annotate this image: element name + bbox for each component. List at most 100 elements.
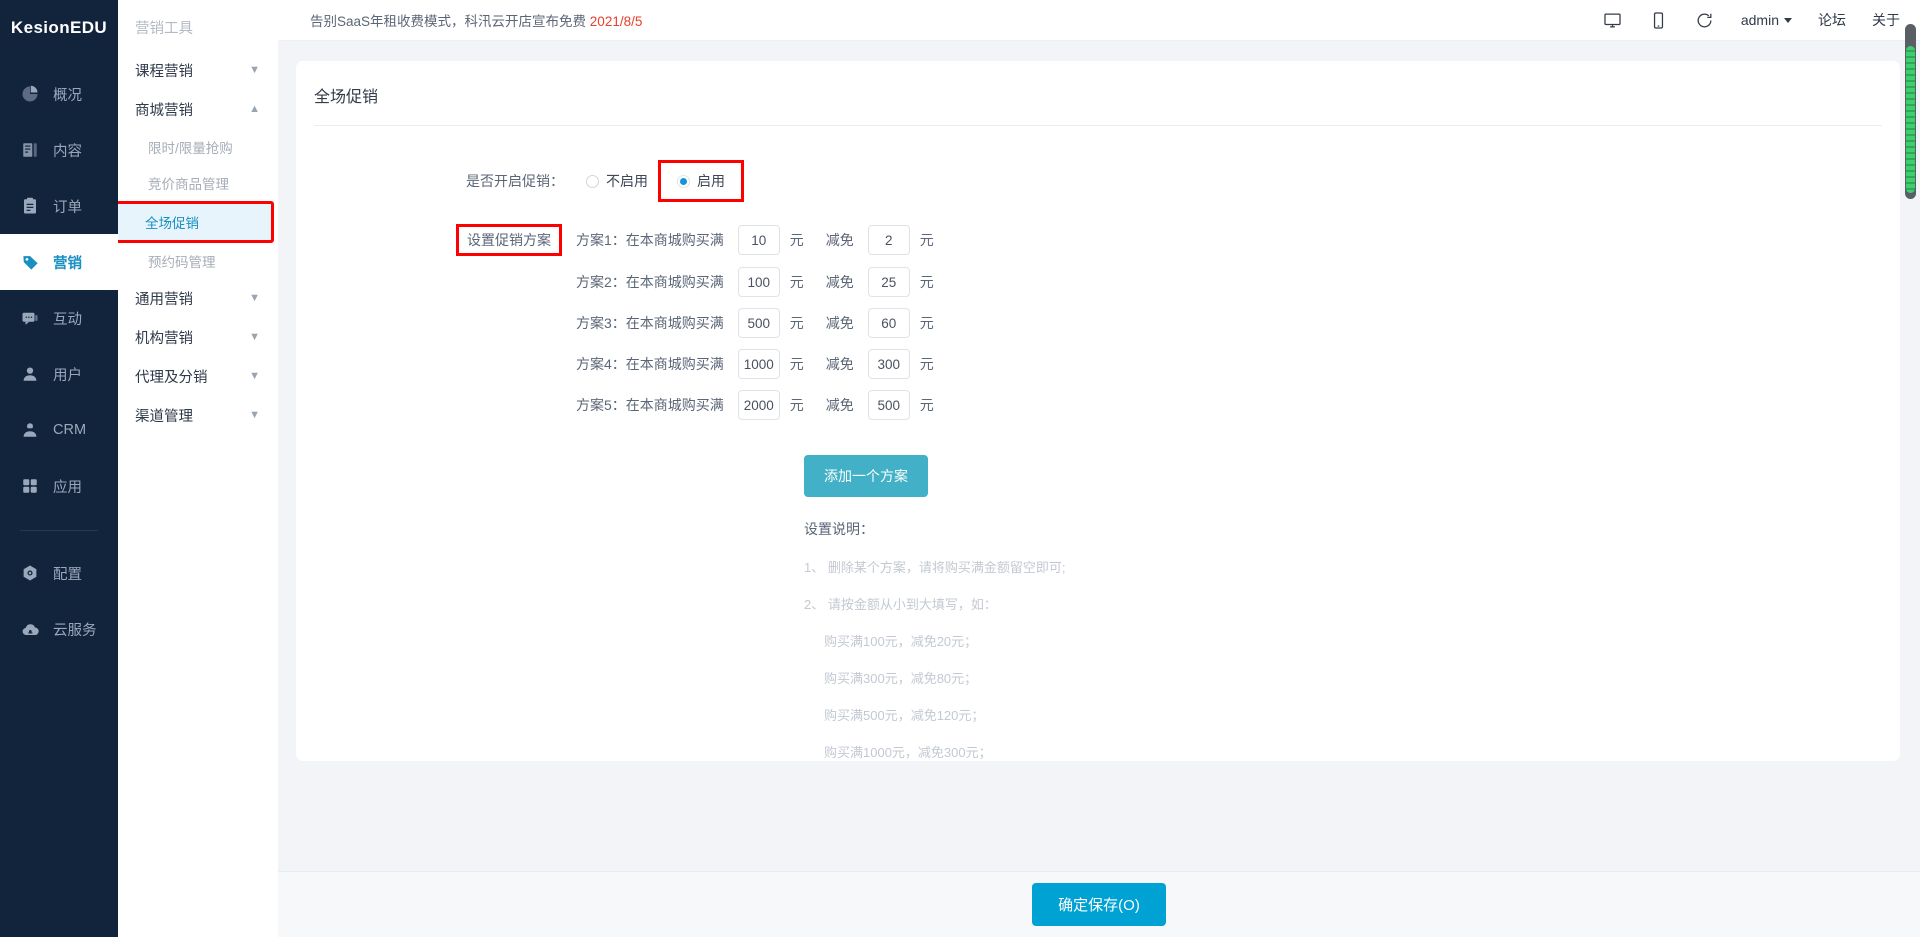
plan-amount-input[interactable]	[737, 267, 780, 297]
submenu-group-label: 通用营销	[135, 292, 193, 308]
promotion-card: 全场促销 是否开启促销： 不启用 启用 设置促销方案 方案1：在本商城购买满 1…	[296, 61, 1900, 761]
refresh-icon[interactable]	[1695, 10, 1715, 30]
sidebar-item-应用[interactable]: 应用	[0, 458, 118, 514]
plan-description: 方案2：在本商城购买满	[576, 274, 724, 290]
announcement-text: 告别SaaS年租收费模式，科汛云开店宣布免费	[310, 14, 587, 29]
plan-discount-input[interactable]	[867, 308, 910, 338]
about-link[interactable]: 关于	[1872, 10, 1900, 30]
plan-amount-unit: 元	[789, 232, 804, 248]
set-plan-badge: 设置促销方案	[456, 224, 562, 256]
submenu-item-label: 限时/限量抢购	[148, 141, 233, 156]
vertical-scrollbar[interactable]	[1905, 24, 1916, 199]
sidebar-item-用户[interactable]: 用户	[0, 346, 118, 402]
sidebar-item-概况[interactable]: 概况	[0, 66, 118, 122]
sidebar-item-订单[interactable]: 订单	[0, 178, 118, 234]
plan-description: 方案3：在本商城购买满	[576, 315, 724, 331]
submenu-item-限时/限量抢购[interactable]: 限时/限量抢购	[118, 129, 278, 165]
discount-label: 减免	[825, 397, 854, 413]
mobile-icon[interactable]	[1649, 10, 1669, 30]
plan-discount-input[interactable]	[867, 267, 910, 297]
sidebar-item-label: 用户	[53, 367, 82, 384]
sidebar-item-内容[interactable]: 内容	[0, 122, 118, 178]
primary-nav-list: 概况 内容订单营销互动用户 CRM 应用配置云服务	[0, 66, 118, 657]
page-title: 全场促销	[314, 89, 379, 106]
submenu-item-竞价商品管理[interactable]: 竞价商品管理	[118, 165, 278, 201]
submenu-group-代理及分销[interactable]: 代理及分销 ▼	[118, 357, 278, 396]
promotion-form: 是否开启促销： 不启用 启用 设置促销方案 方案1：在本商城购买满 10 元 减…	[296, 126, 1900, 761]
user-name: admin	[1740, 12, 1779, 28]
submenu-group-通用营销[interactable]: 通用营销 ▼	[118, 279, 278, 318]
gear-icon	[20, 563, 40, 583]
sidebar-item-CRM[interactable]: CRM	[0, 402, 118, 458]
submenu-item-全场促销[interactable]: 全场促销	[114, 201, 278, 243]
submenu-group-渠道管理[interactable]: 渠道管理 ▼	[118, 396, 278, 435]
announcement-banner: 告别SaaS年租收费模式，科汛云开店宣布免费 2021/8/5	[278, 10, 642, 30]
desktop-icon[interactable]	[1603, 10, 1623, 30]
discount-label: 减免	[825, 315, 854, 331]
user-menu[interactable]: admin	[1741, 12, 1792, 28]
plan-description: 方案4：在本商城购买满	[576, 356, 724, 372]
sidebar-item-label: 订单	[53, 199, 82, 216]
radio-disable-dot	[586, 174, 599, 188]
chevron-down-icon: ▼	[249, 409, 260, 421]
sidebar-item-营销[interactable]: 营销	[0, 220, 118, 304]
chevron-up-icon: ▲	[249, 103, 260, 115]
plan-discount-input[interactable]	[867, 349, 910, 379]
plan-amount-input[interactable]	[737, 308, 780, 338]
plan-amount-input[interactable]	[737, 390, 780, 420]
help-example-line: 购买满300元，减免80元；	[824, 671, 978, 686]
brand-logo: KesionEDU	[10, 18, 108, 37]
plan-discount-input[interactable]	[867, 390, 910, 420]
sidebar-item-label: 营销	[53, 255, 82, 272]
plan-amount-input[interactable]	[737, 225, 780, 255]
submenu-group-label: 商城营销	[135, 103, 193, 119]
sidebar-item-label: 配置	[53, 566, 82, 583]
chevron-down-icon	[1784, 17, 1792, 23]
submenu-group-label: 机构营销	[135, 331, 193, 347]
main-region: 告别SaaS年租收费模式，科汛云开店宣布免费 2021/8/5 admin 论坛…	[278, 0, 1920, 937]
save-button[interactable]: 确定保存(O)	[1032, 883, 1166, 926]
chevron-down-icon: ▼	[249, 331, 260, 343]
help-example-line: 购买满500元，减免120元；	[824, 708, 985, 723]
scrollbar-thumb[interactable]	[1906, 46, 1915, 193]
plan-description: 方案1：在本商城购买满	[576, 232, 724, 248]
submenu-group-课程营销[interactable]: 课程营销 ▼	[118, 51, 278, 90]
plan-row: 方案5：在本商城购买满 元 减免 元	[296, 390, 1900, 420]
app-root: KesionEDU 概况 内容 订单 营销 互动 用户 CRM 应用 配置 云服务 营销工具 课程…	[0, 0, 1920, 937]
submenu-item-label: 全场促销	[145, 216, 199, 231]
radio-enable-dot	[677, 174, 690, 188]
help-line: 2、 请按金额从小到大填写，如：	[804, 597, 997, 612]
plan-discount-unit: 元	[919, 232, 934, 248]
plan-amount-unit: 元	[789, 315, 804, 331]
help-example-line: 购买满1000元，减免300元；	[824, 745, 992, 760]
sidebar-item-配置[interactable]: 配置	[0, 545, 118, 601]
sidebar-item-云服务[interactable]: 云服务	[0, 601, 118, 657]
plan-row: 设置促销方案方案1：在本商城购买满 元 减免 元	[296, 224, 1900, 256]
top-bar-actions: admin 论坛 关于	[1603, 10, 1920, 30]
grid-apps-icon	[20, 476, 40, 496]
plan-row: 方案2：在本商城购买满 元 减免 元	[296, 267, 1900, 297]
radio-disable[interactable]: 不启用	[576, 165, 658, 197]
submenu-item-预约码管理[interactable]: 预约码管理	[118, 243, 278, 279]
add-plan-button[interactable]: 添加一个方案	[804, 455, 928, 497]
radio-enable[interactable]: 启用	[667, 165, 735, 197]
sidebar-item-label: 互动	[53, 311, 82, 328]
sidebar-item-互动[interactable]: 互动	[0, 290, 118, 346]
plan-amount-input[interactable]	[737, 349, 780, 379]
submenu-item-label: 预约码管理	[148, 255, 216, 270]
chevron-down-icon: ▼	[249, 370, 260, 382]
plan-row: 方案4：在本商城购买满 元 减免 元	[296, 349, 1900, 379]
clipboard-icon	[20, 196, 40, 216]
forum-link[interactable]: 论坛	[1818, 10, 1846, 30]
footer-action-bar: 确定保存(O)	[278, 871, 1920, 937]
enable-promotion-label: 是否开启促销：	[466, 173, 564, 189]
plan-amount-unit: 元	[789, 274, 804, 290]
plan-discount-unit: 元	[919, 274, 934, 290]
rail-divider	[20, 530, 98, 531]
plan-discount-unit: 元	[919, 315, 934, 331]
plan-discount-input[interactable]	[867, 225, 910, 255]
radio-disable-label: 不启用	[606, 173, 648, 189]
submenu-group-商城营销[interactable]: 商城营销 ▲	[118, 90, 278, 129]
submenu-group-机构营销[interactable]: 机构营销 ▼	[118, 318, 278, 357]
plans-list: 设置促销方案方案1：在本商城购买满元减免元方案2：在本商城购买满元减免元方案3：…	[296, 224, 1900, 420]
